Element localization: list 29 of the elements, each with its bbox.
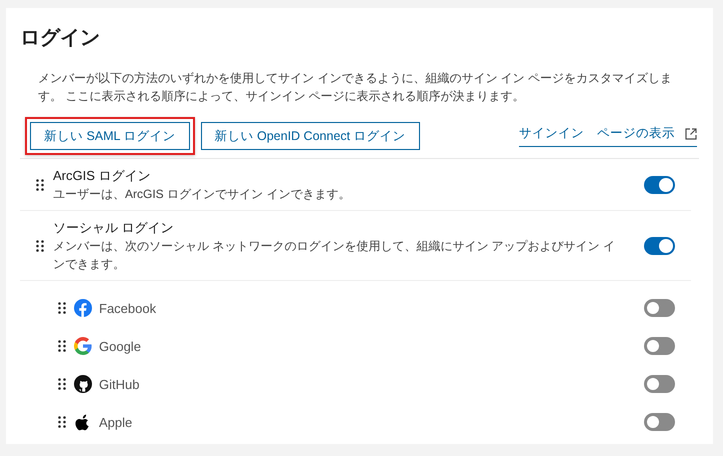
- view-sign-in-page-link[interactable]: サインイン ページの表示: [519, 125, 697, 147]
- new-login-button[interactable]: 新しい SAML ログイン: [25, 117, 195, 155]
- new-login-button[interactable]: 新しい OpenID Connect ログイン: [200, 122, 420, 150]
- method-description: ユーザーは、ArcGIS ログインでサイン インできます。: [53, 186, 352, 203]
- drag-handle-icon[interactable]: [36, 240, 44, 252]
- toggle-switch[interactable]: [644, 176, 675, 194]
- toggle-switch[interactable]: [644, 413, 675, 431]
- method-description: メンバーは、次のソーシャル ネットワークのログインを使用して、組織にサイン アップおよびサイン インできます。: [53, 238, 616, 273]
- external-link-icon: [685, 128, 697, 140]
- description-text: メンバーが以下の方法のいずれかを使用してサイン インできるように、組織のサイン イン ページをカスタマイズします。 ここに表示される順序によって、サインイン ページに表示される順序が決まります。: [38, 70, 674, 105]
- provider-name: Facebook: [99, 300, 158, 316]
- toggle-switch[interactable]: [644, 337, 675, 355]
- drag-handle-icon[interactable]: [58, 340, 66, 352]
- g-logo-icon: [74, 337, 92, 355]
- page-title: ログイン: [20, 26, 101, 51]
- drag-handle-icon[interactable]: [58, 302, 66, 314]
- provider-name: GitHub: [99, 376, 140, 392]
- toggle-switch[interactable]: [644, 299, 675, 317]
- method-name: ArcGIS ログイン: [53, 167, 152, 185]
- provider-name: Google: [99, 338, 142, 354]
- drag-handle-icon[interactable]: [58, 416, 66, 428]
- drag-handle-icon[interactable]: [36, 179, 44, 191]
- drag-handle-icon[interactable]: [58, 378, 66, 390]
- toggle-switch[interactable]: [644, 237, 675, 255]
- method-name: ソーシャル ログイン: [53, 219, 175, 237]
- f-logo-icon: [74, 299, 92, 317]
- provider-name: Apple: [99, 414, 134, 430]
- toggle-switch[interactable]: [644, 375, 675, 393]
- cat-logo-icon: [74, 375, 92, 393]
